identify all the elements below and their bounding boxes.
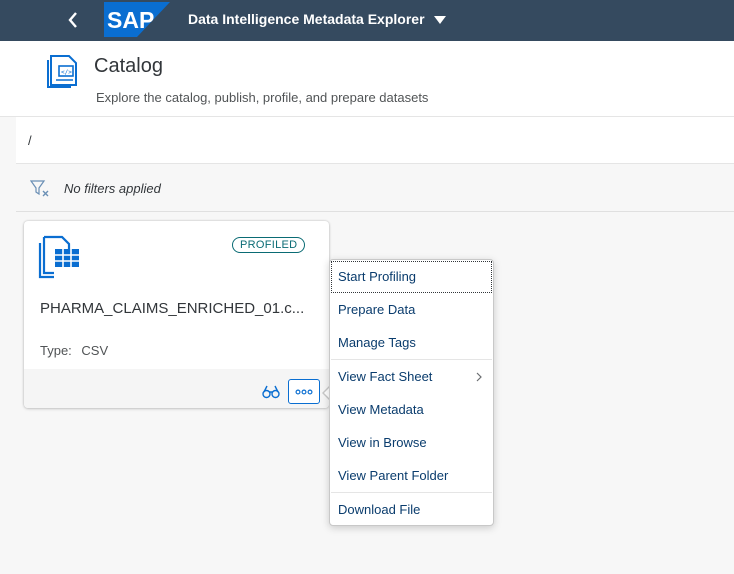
app-title[interactable]: Data Intelligence Metadata Explorer [188, 11, 425, 27]
type-value: CSV [81, 343, 109, 358]
filter-status-text: No filters applied [64, 181, 161, 196]
back-button[interactable] [60, 8, 86, 32]
dataset-name[interactable]: PHARMA_CLAIMS_ENRICHED_01.c... [40, 300, 320, 317]
page-title: Catalog [94, 55, 163, 77]
menu-item-view-fact-sheet[interactable]: View Fact Sheet [331, 361, 492, 393]
menu-item-view-metadata[interactable]: View Metadata [331, 394, 492, 426]
chevron-right-icon [476, 372, 482, 382]
sap-logo: SAP [104, 2, 170, 37]
binoculars-icon[interactable] [262, 385, 280, 399]
dataset-type: Type: CSV [40, 343, 108, 358]
menu-item-download-file[interactable]: Download File [331, 494, 492, 526]
type-label: Type: [40, 343, 72, 358]
menu-item-prepare-data[interactable]: Prepare Data [331, 294, 492, 326]
svg-text:</>: </> [61, 69, 72, 76]
menu-separator [331, 492, 492, 493]
table-file-icon [38, 235, 79, 279]
caret-down-icon[interactable] [434, 16, 446, 24]
card-footer [24, 369, 329, 408]
menu-item-view-parent-folder[interactable]: View Parent Folder [331, 460, 492, 492]
app-root: SAP Data Intelligence Metadata Explorer … [0, 0, 734, 574]
menu-separator [331, 359, 492, 360]
page-header: </> Catalog Explore the catalog, publish… [0, 41, 734, 117]
sap-logo-text: SAP [107, 7, 154, 33]
shell-bar: SAP Data Intelligence Metadata Explorer [0, 0, 734, 41]
menu-item-label: View Fact Sheet [338, 369, 433, 384]
chevron-left-icon [68, 12, 77, 28]
menu-item-view-in-browse[interactable]: View in Browse [331, 427, 492, 459]
actions-menu: Start Profiling Prepare Data Manage Tags… [329, 259, 494, 526]
more-icon [295, 389, 313, 394]
path-text[interactable]: / [28, 133, 32, 148]
menu-item-manage-tags[interactable]: Manage Tags [331, 327, 492, 359]
menu-item-start-profiling[interactable]: Start Profiling [331, 261, 492, 293]
page-subtitle: Explore the catalog, publish, profile, a… [96, 90, 429, 105]
dataset-card[interactable]: PROFILED PHARMA_CLAIMS_ENRICHED_01.c... … [24, 221, 329, 408]
more-button[interactable] [288, 379, 320, 404]
filter-bar: No filters applied [16, 164, 734, 212]
path-breadcrumb[interactable]: / [16, 117, 734, 164]
filter-clear-icon[interactable] [30, 180, 50, 198]
catalog-icon: </> [47, 55, 77, 88]
status-badge: PROFILED [232, 237, 306, 253]
